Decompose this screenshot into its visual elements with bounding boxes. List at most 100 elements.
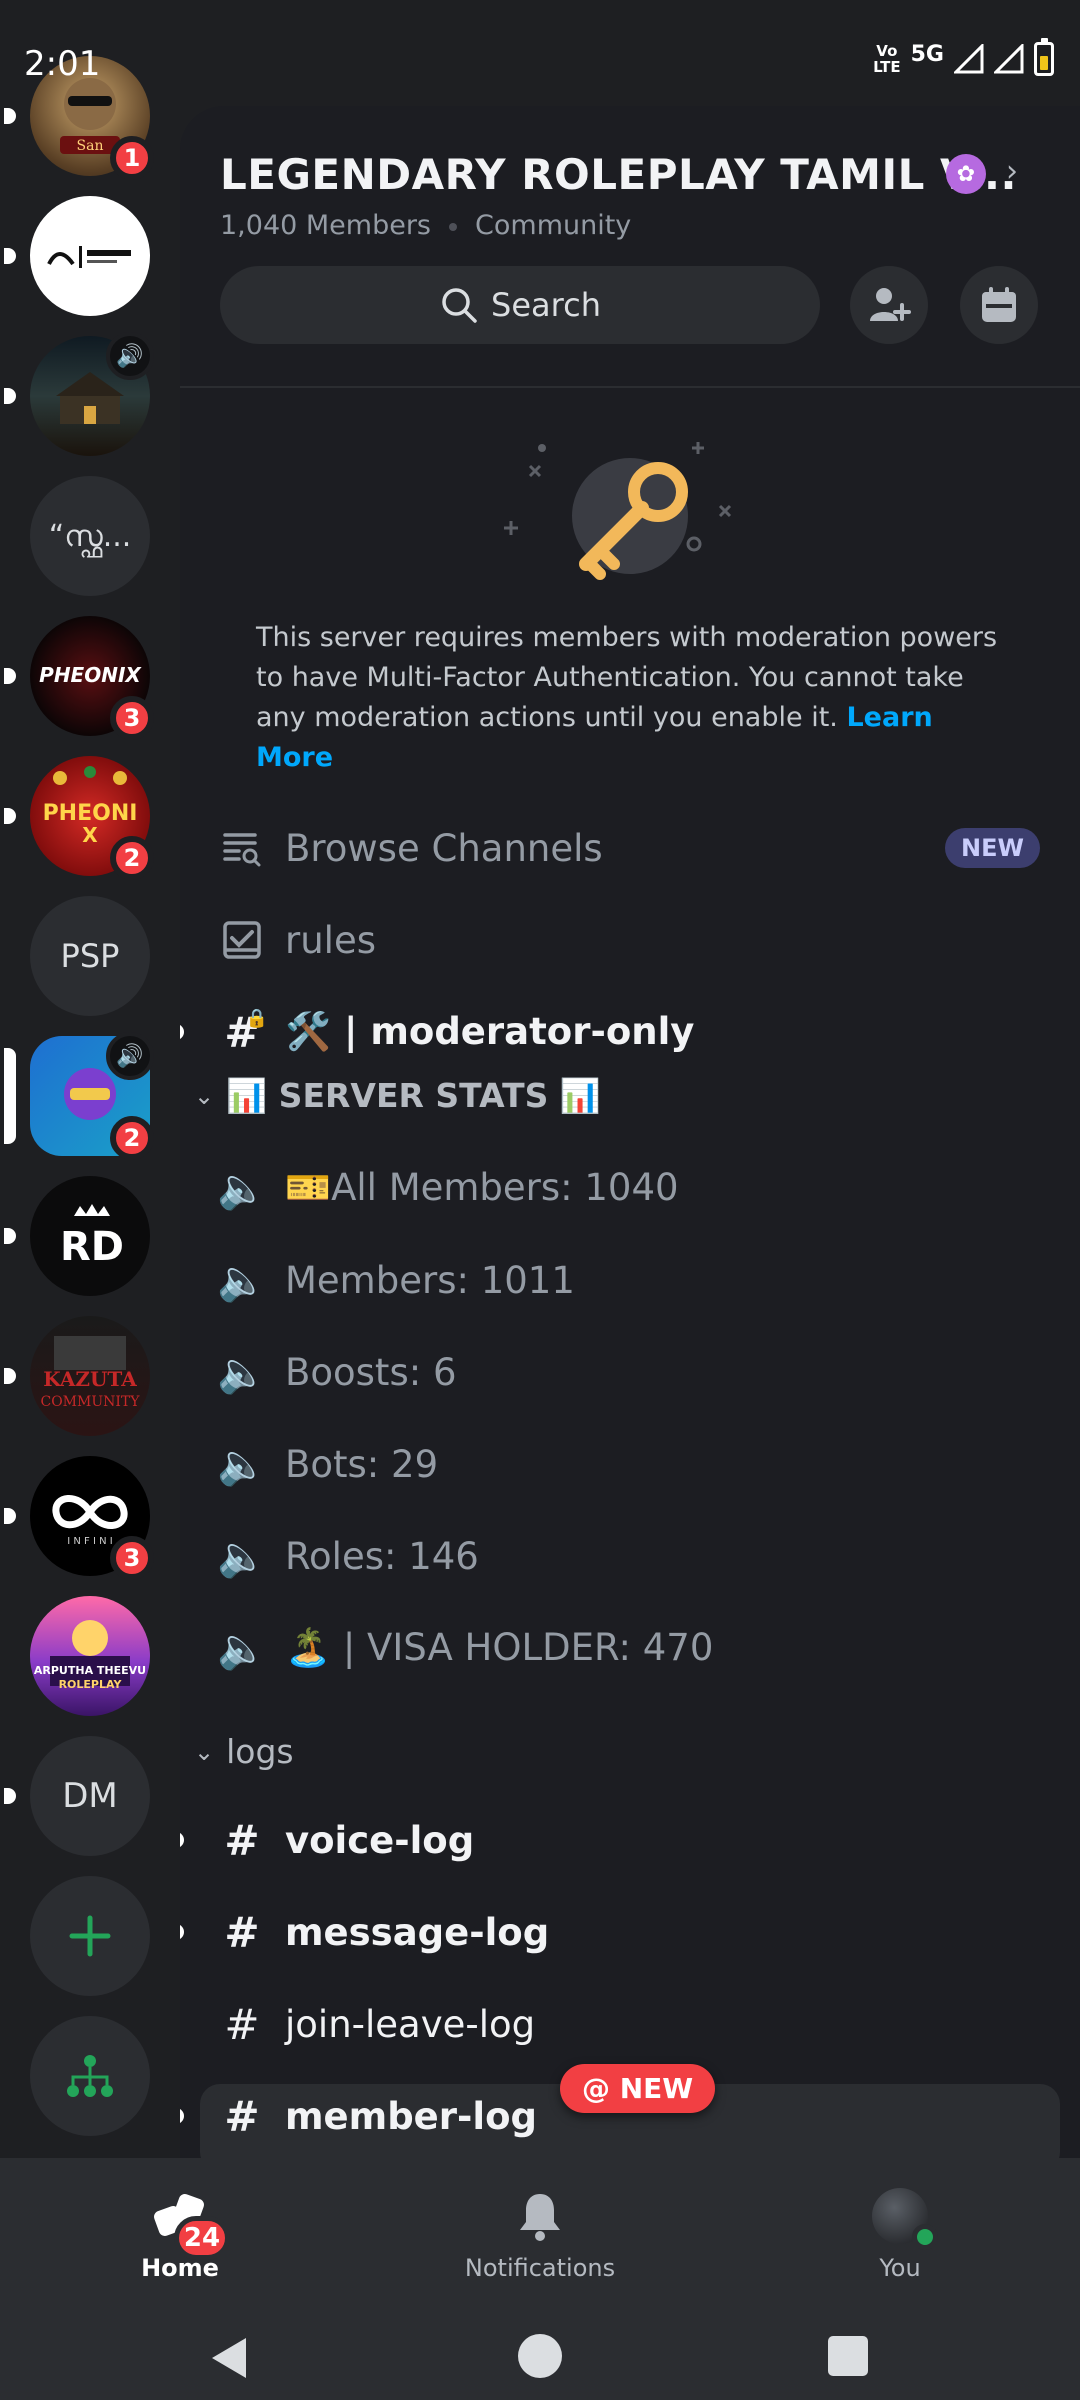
channel-name: rules (285, 918, 376, 962)
voice-channel-stat[interactable]: 🔈 Members: 1011 (180, 1240, 1080, 1320)
server-icon-legendary-roleplay[interactable]: 🔊 2 (4, 1032, 154, 1160)
channel-name: member-log (285, 2094, 537, 2138)
recents-icon[interactable] (828, 2336, 868, 2376)
tab-home[interactable]: Home 24 (80, 2188, 280, 2298)
svg-text:KAZUTA: KAZUTA (43, 1367, 137, 1391)
locked-speaker-icon: 🔈 (217, 1625, 267, 1672)
unread-indicator (4, 1228, 16, 1244)
events-button[interactable] (960, 266, 1038, 344)
server-icon-rd[interactable]: RD (4, 1176, 150, 1296)
server-title[interactable]: LEGENDARY ROLEPLAY TAMIL V... (220, 150, 1017, 199)
server-badge: 2 (110, 1116, 154, 1160)
server-icon-kazuta-community[interactable]: KAZUTA COMMUNITY (4, 1316, 150, 1436)
tab-notifications[interactable]: Notifications (440, 2188, 640, 2298)
browse-channels-row[interactable]: Browse Channels NEW (180, 808, 1080, 888)
server-icon-dm[interactable]: DM (4, 1736, 150, 1856)
server-avatar: ARPUTHA THEEVU ROLEPLAY (30, 1596, 150, 1716)
locked-hashtag-icon: # (224, 1999, 260, 2049)
channel-rules[interactable]: rules (180, 900, 1080, 980)
svg-text:X: X (82, 823, 98, 847)
bottom-nav: Home 24 Notifications You (0, 2158, 1080, 2400)
channel-name: Roles: 146 (285, 1534, 479, 1578)
unread-indicator (4, 108, 16, 124)
channel-panel: LEGENDARY ROLEPLAY TAMIL V... ✿ › 1,040 … (180, 106, 1080, 2160)
channel-name: voice-log (285, 1818, 475, 1862)
unread-indicator (4, 808, 16, 824)
channel-name: message-log (285, 1910, 550, 1954)
locked-speaker-icon: 🔈 (217, 1165, 267, 1212)
channel-moderator-only[interactable]: # 🔒 🛠️ | moderator-only (180, 992, 1080, 1072)
channel-join-leave-log[interactable]: # join-leave-log (180, 1984, 1080, 2064)
voice-channel-stat[interactable]: 🔈 Boosts: 6 (180, 1332, 1080, 1412)
unread-indicator (4, 1508, 16, 1524)
server-icon-pheonix[interactable]: PHEONIX 3 (4, 616, 154, 740)
unread-indicator (180, 1024, 184, 1040)
browse-channels-label: Browse Channels (285, 826, 603, 870)
svg-text:COMMUNITY: COMMUNITY (40, 1394, 140, 1410)
server-avatar: KAZUTA COMMUNITY (30, 1316, 150, 1436)
channel-message-log[interactable]: # message-log (180, 1892, 1080, 1972)
server-icon-madras-thugs[interactable]: 🔊 (4, 332, 154, 456)
category-label: logs (226, 1732, 294, 1771)
voice-active-icon: 🔊 (106, 1032, 154, 1080)
invite-members-button[interactable] (850, 266, 928, 344)
voice-channel-stat[interactable]: 🔈 🏝️ | VISA HOLDER: 470 (180, 1608, 1080, 1688)
server-icon-infinity[interactable]: I N F I N I 3 (4, 1456, 154, 1580)
server-avatar: PSP (30, 896, 150, 1016)
discover-servers-button[interactable] (30, 2016, 150, 2136)
new-mention-pill[interactable]: @ NEW (560, 2064, 716, 2113)
unread-indicator (180, 2108, 184, 2124)
locked-hashtag-icon: # (224, 1907, 260, 1957)
locked-speaker-icon: 🔈 (217, 1257, 267, 1304)
channel-voice-log[interactable]: # voice-log (180, 1800, 1080, 1880)
category-logs[interactable]: ⌄ logs (194, 1732, 294, 1771)
channel-name: Bots: 29 (285, 1442, 439, 1486)
server-rail: San 1 🔊 “സ്ഫ... PHEONIX 3 PHEONI X 2 PSP… (0, 0, 180, 2160)
home-circle-icon[interactable] (518, 2334, 562, 2378)
server-icon-psp[interactable]: PSP (30, 896, 150, 1016)
server-icon-sfa[interactable]: “സ്ഫ... (30, 476, 150, 596)
calendar-icon (982, 287, 1016, 322)
locked-hashtag-icon: # (224, 2091, 260, 2141)
tab-notifications-label: Notifications (464, 2254, 616, 2282)
voice-active-icon: 🔊 (106, 332, 154, 380)
rules-checkbox-icon (220, 918, 264, 962)
battery-icon (1034, 38, 1054, 76)
channel-name: 🛠️ | moderator-only (285, 1010, 695, 1053)
svg-text:ARPUTHA THEEVU: ARPUTHA THEEVU (34, 1664, 146, 1677)
server-badge: 3 (110, 696, 154, 740)
unread-indicator (180, 1832, 184, 1848)
locked-hashtag-icon: # 🔒 (224, 1007, 268, 1057)
category-server-stats[interactable]: ⌄ 📊 SERVER STATS 📊 (194, 1076, 601, 1116)
signal-icon (954, 44, 984, 74)
server-meta: 1,040 Members Community (220, 210, 631, 241)
plus-icon (30, 1876, 150, 1996)
unread-indicator (4, 248, 16, 264)
search-button[interactable]: Search (220, 266, 820, 344)
category-label: 📊 SERVER STATS 📊 (226, 1076, 601, 1115)
add-user-icon (870, 288, 911, 321)
svg-text:ROLEPLAY: ROLEPLAY (59, 1678, 123, 1691)
svg-text:I N F I N I: I N F I N I (67, 1536, 112, 1547)
tab-you[interactable]: You (800, 2188, 1000, 2298)
back-icon[interactable] (206, 2334, 250, 2382)
search-label: Search (491, 286, 601, 324)
server-icon-pheonix-x[interactable]: PHEONI X 2 (4, 756, 154, 880)
new-badge: NEW (945, 828, 1040, 868)
server-avatar (30, 196, 150, 316)
server-badge: 3 (110, 1536, 154, 1580)
header-divider (180, 386, 1080, 388)
status-time: 2:01 (24, 44, 101, 84)
network-type: 5G (910, 41, 944, 67)
chevron-right-icon[interactable]: › (1006, 154, 1018, 189)
server-icon-arputha-theevu[interactable]: ARPUTHA THEEVU ROLEPLAY (30, 1596, 150, 1716)
voice-channel-stat[interactable]: 🔈 Bots: 29 (180, 1424, 1080, 1504)
voice-channel-stat[interactable]: 🔈 🎫All Members: 1040 (180, 1148, 1080, 1228)
bell-icon (520, 2194, 560, 2241)
voice-channel-stat[interactable]: 🔈 Roles: 146 (180, 1516, 1080, 1596)
add-server-button[interactable] (30, 1876, 150, 1996)
server-icon-mabuz-store[interactable] (4, 196, 150, 316)
server-badge: 1 (110, 136, 154, 180)
svg-text:RD: RD (60, 1224, 124, 1270)
svg-text:PHEONIX: PHEONIX (39, 663, 142, 687)
